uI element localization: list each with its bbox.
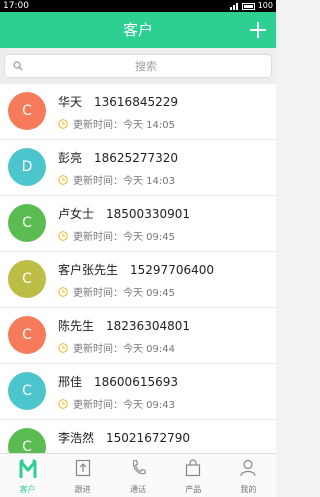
add-customer-button[interactable] [244, 16, 272, 44]
avatar: C [8, 316, 46, 354]
customer-list: C 华天 13616845229 更新时间：今天 14:05 D 彭亮 1862527732… [0, 84, 276, 453]
search-icon [13, 61, 23, 71]
clock-icon [58, 118, 68, 129]
customer-row[interactable]: D 彭亮 18625277320 更新时间：今天 14:03 [0, 140, 276, 196]
customer-row[interactable]: C 邢佳 18600615693 更新时间：今天 09:43 [0, 364, 276, 420]
update-time: 更新时间：今天 09:45 [58, 284, 175, 299]
customer-name: 彭亮 [58, 151, 83, 165]
avatar: C [8, 428, 46, 453]
customer-phone: 18600615693 [94, 375, 178, 389]
tab-calls[interactable]: 通话 [110, 454, 165, 497]
customer-name-line: 华天 13616845229 [58, 93, 178, 110]
customer-name: 陈先生 [58, 319, 95, 333]
phone-icon [132, 459, 146, 475]
clock-icon [58, 398, 68, 409]
avatar: C [8, 260, 46, 298]
tab-label: 跟进 [74, 485, 91, 494]
follow-up-icon [75, 459, 90, 477]
customer-name: 邢佳 [58, 375, 83, 389]
customer-phone: 15297706400 [130, 263, 214, 277]
customer-name: 卢女士 [58, 207, 95, 221]
customer-name: 客户张先生 [58, 263, 119, 277]
customer-name-line: 卢女士 18500330901 [58, 205, 190, 222]
status-bar: 17:00 100 [0, 0, 276, 12]
tab-customers[interactable]: 客户 [0, 454, 55, 497]
customer-phone: 13616845229 [94, 95, 178, 109]
battery-level: 100 [257, 1, 273, 10]
tab-me[interactable]: 我的 [221, 454, 276, 497]
customer-row[interactable]: C 陈先生 18236304801 更新时间：今天 09:44 [0, 308, 276, 364]
user-icon [240, 459, 257, 477]
clock-icon [58, 174, 68, 185]
clock-icon [58, 342, 68, 353]
customer-name: 李浩然 [58, 431, 95, 445]
avatar: C [8, 372, 46, 410]
customer-name-line: 李浩然 15021672790 [58, 429, 190, 446]
customer-row[interactable]: C 客户张先生 15297706400 更新时间：今天 09:45 [0, 252, 276, 308]
header-bar: 客户 [0, 12, 276, 48]
battery-icon [241, 2, 255, 10]
tab-label: 客户 [19, 485, 36, 494]
avatar: C [8, 92, 46, 130]
update-time-text: 更新时间：今天 09:44 [73, 344, 175, 355]
bottom-tab-bar: 客户 跟进 通话 产品 我的 [0, 453, 276, 497]
customer-name-line: 客户张先生 15297706400 [58, 261, 214, 278]
clock-icon [58, 286, 68, 297]
status-icons: 100 [229, 0, 273, 12]
tab-label: 我的 [240, 485, 257, 494]
tab-label: 产品 [185, 485, 202, 494]
status-time: 17:00 [3, 1, 29, 11]
customer-phone: 18236304801 [106, 319, 190, 333]
customer-row[interactable]: C 卢女士 18500330901 更新时间：今天 09:45 [0, 196, 276, 252]
update-time: 更新时间：今天 14:03 [58, 172, 175, 187]
avatar: D [8, 148, 46, 186]
update-time: 更新时间：今天 09:45 [58, 228, 175, 243]
update-time-text: 更新时间：今天 14:03 [73, 176, 175, 187]
update-time: 更新时间：今天 09:43 [58, 396, 175, 411]
customer-row[interactable]: C李浩然15021672790更新时间：今天 09:43 [0, 420, 276, 453]
tab-products[interactable]: 产品 [166, 454, 221, 497]
update-time-text: 更新时间：今天 09:43 [73, 400, 175, 411]
search-box[interactable] [4, 54, 272, 78]
update-time: 更新时间：今天 14:05 [58, 116, 175, 131]
signal-icon [229, 2, 239, 10]
customer-name-line: 彭亮 18625277320 [58, 149, 178, 166]
customer-row[interactable]: C 华天 13616845229 更新时间：今天 14:05 [0, 84, 276, 140]
avatar: C [8, 204, 46, 242]
update-time-text: 更新时间：今天 14:05 [73, 120, 175, 131]
customer-name-line: 陈先生 18236304801 [58, 317, 190, 334]
customer-name-line: 邢佳 18600615693 [58, 373, 178, 390]
update-time-text: 更新时间：今天 09:45 [73, 288, 175, 299]
customer-name: 华天 [58, 95, 83, 109]
customers-logo-icon [19, 459, 37, 478]
shopping-bag-icon [186, 459, 201, 477]
update-time-text: 更新时间：今天 09:45 [73, 232, 175, 243]
tab-label: 通话 [130, 485, 146, 494]
search-bar [0, 48, 276, 84]
customer-phone: 18625277320 [94, 151, 178, 165]
search-input[interactable] [29, 57, 263, 75]
customer-phone: 18500330901 [106, 207, 190, 221]
update-time: 更新时间：今天 09:44 [58, 340, 175, 355]
customer-phone: 15021672790 [106, 431, 190, 445]
tab-follow-up[interactable]: 跟进 [55, 454, 110, 497]
clock-icon [58, 230, 68, 241]
page-title: 客户 [122, 21, 153, 39]
